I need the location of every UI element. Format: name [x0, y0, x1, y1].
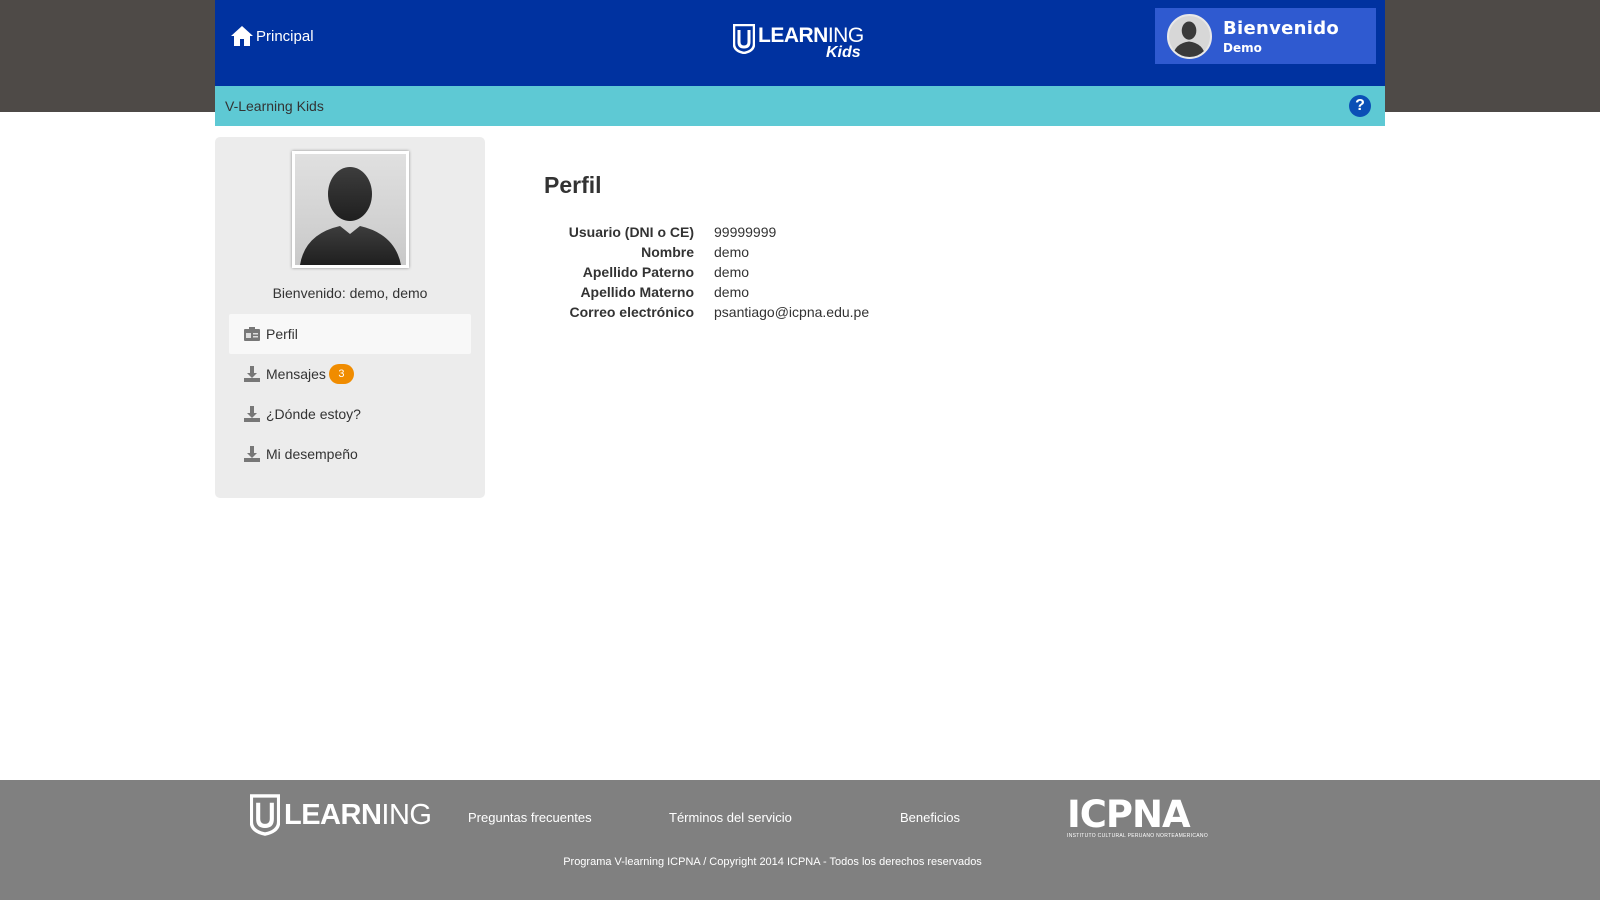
user-silhouette-icon — [300, 167, 401, 265]
sidebar-item-label: Mi desempeño — [266, 446, 358, 462]
page-title: Perfil — [544, 172, 602, 198]
sidebar-item-label: Mensajes — [266, 366, 326, 382]
profile-row: Apellido Paterno demo — [544, 262, 1144, 282]
profile-row: Usuario (DNI o CE) 99999999 — [544, 222, 1144, 242]
logo-kids: Kids — [826, 44, 861, 61]
download-icon — [244, 406, 260, 422]
header: Principal LEARNING Kids Bienvenido Demo — [215, 0, 1385, 86]
sidebar-greeting: Bienvenido: demo, demo — [272, 285, 428, 301]
welcome-username: Demo — [1223, 40, 1262, 55]
field-label: Apellido Materno — [580, 284, 694, 300]
sidebar-item-mensajes[interactable]: Mensajes 3 — [229, 354, 471, 394]
footer: LEARNING Preguntas frecuentes Términos d… — [0, 780, 1600, 900]
profile-content: Perfil Usuario (DNI o CE) 99999999 Nombr… — [544, 172, 869, 320]
footer-vlearning-logo: LEARNING — [250, 794, 432, 836]
sidebar-item-donde-estoy[interactable]: ¿Dónde estoy? — [229, 394, 471, 434]
profile-details: Usuario (DNI o CE) 99999999 Nombre demo … — [544, 222, 1144, 322]
field-value: 99999999 — [714, 224, 777, 240]
site-name: V-Learning Kids — [225, 98, 324, 114]
profile-photo — [292, 151, 409, 268]
avatar — [1167, 13, 1212, 59]
shield-logo-icon — [733, 24, 755, 54]
sidebar-item-perfil[interactable]: Perfil — [229, 314, 471, 354]
field-label: Usuario (DNI o CE) — [568, 224, 694, 240]
field-label: Correo electrónico — [569, 304, 694, 320]
field-value: psantiago@icpna.edu.pe — [714, 304, 870, 320]
sidebar-item-label: Perfil — [266, 326, 298, 342]
sidebar-item-mi-desempeno[interactable]: Mi desempeño — [229, 434, 471, 474]
profile-row: Nombre demo — [544, 242, 1144, 262]
field-label: Apellido Paterno — [582, 264, 694, 280]
user-silhouette-icon — [1172, 20, 1206, 57]
sidebar-menu: Perfil Mensajes 3 ¿Dónde estoy? Mi desem… — [229, 314, 471, 474]
field-value: demo — [714, 264, 750, 280]
profile-row: Apellido Materno demo — [544, 282, 1144, 302]
footer-link-benefits[interactable]: Beneficios — [900, 810, 960, 825]
profile-row: Correo electrónico psantiago@icpna.edu.p… — [544, 302, 1144, 322]
home-icon — [231, 26, 253, 46]
field-label: Nombre — [641, 244, 694, 260]
welcome-title: Bienvenido — [1223, 17, 1340, 39]
footer-logo-wordmark: LEARNING — [284, 799, 432, 831]
footer-link-faq[interactable]: Preguntas frecuentes — [468, 810, 592, 825]
vlearning-kids-logo: LEARNING Kids — [733, 22, 864, 61]
home-label: Principal — [256, 27, 314, 45]
home-link[interactable]: Principal — [230, 24, 314, 48]
sidebar-item-label: ¿Dónde estoy? — [266, 406, 361, 422]
subbar: V-Learning Kids ? — [215, 86, 1385, 126]
shield-logo-icon — [250, 794, 280, 836]
icpna-logo: ICPNA INSTITUTO CULTURAL PERUANO NORTEAM… — [1067, 793, 1209, 840]
download-icon — [244, 366, 260, 382]
help-icon[interactable]: ? — [1349, 95, 1371, 117]
welcome-user-box[interactable]: Bienvenido Demo — [1155, 8, 1376, 64]
messages-count-badge: 3 — [328, 364, 354, 384]
copyright-text: Programa V-learning ICPNA / Copyright 20… — [563, 856, 982, 868]
sidebar: Bienvenido: demo, demo Perfil Mensajes 3… — [215, 137, 485, 498]
field-value: demo — [714, 284, 750, 300]
id-card-icon — [244, 327, 260, 341]
download-icon — [244, 446, 260, 462]
field-value: demo — [714, 244, 750, 260]
footer-link-terms[interactable]: Términos del servicio — [669, 810, 792, 825]
